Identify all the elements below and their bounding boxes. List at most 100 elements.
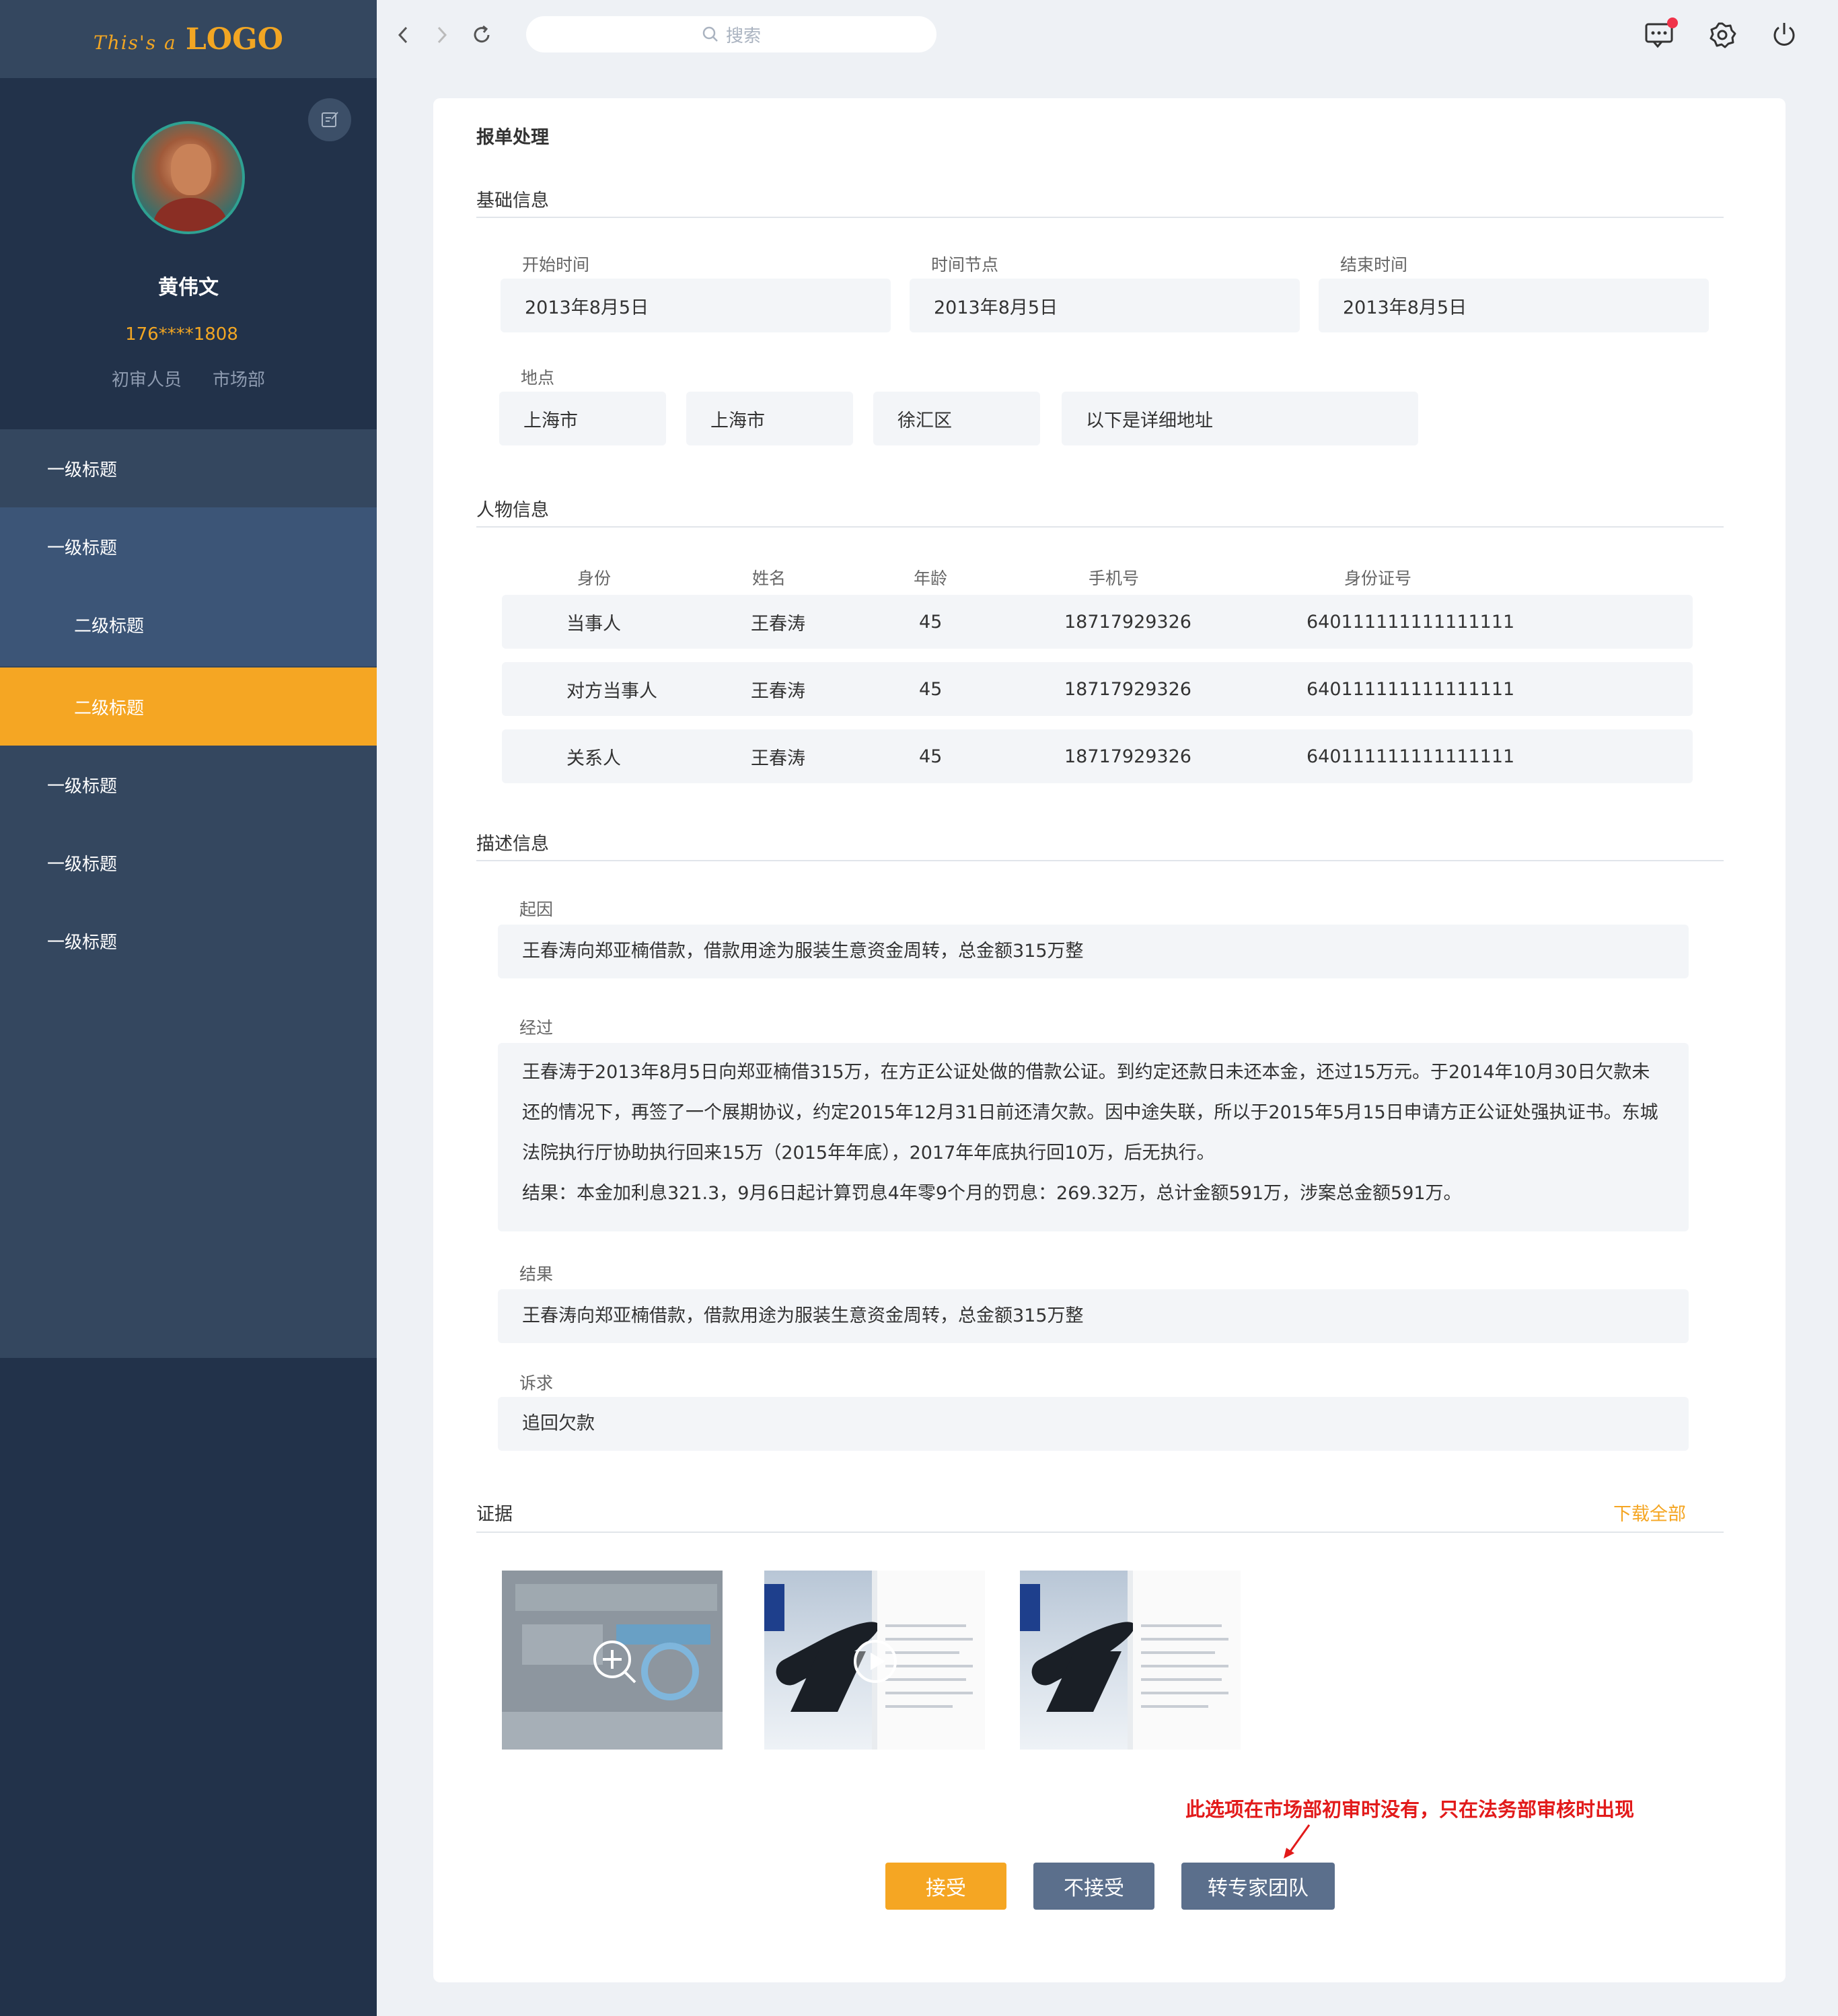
result-value: 王春涛向郑亚楠借款，借款用途为服装生意资金周转，总金额315万整 [522,1305,1084,1326]
cell-age: 45 [919,678,943,700]
arrow-icon [1284,1824,1311,1859]
search-placeholder: 搜索 [725,26,761,46]
download-all-link[interactable]: 下载全部 [1613,1499,1686,1525]
process-value: 王春涛于2013年8月5日向郑亚楠借315万，在方正公证处做的借款公证。到约定还… [522,1062,1658,1163]
process-label: 经过 [519,1018,554,1038]
location-city-field[interactable]: 上海市 [686,392,853,445]
sidebar-item-level1[interactable]: 一级标题 [0,746,377,824]
cell-identity: 关系人 [566,748,621,769]
sidebar-menu: 一级标题 一级标题 二级标题 二级标题 一级标题 一级标题 一级标题 [0,429,377,1358]
location-label: 地点 [521,368,555,388]
end-time-field[interactable]: 2013年8月5日 [1319,279,1709,332]
gear-icon [1710,22,1736,48]
section-evidence: 证据 下载全部 [476,1499,1724,1533]
user-meta: 初审人员 市场部 [0,366,377,391]
cause-text[interactable]: 王春涛向郑亚楠借款，借款用途为服装生意资金周转，总金额315万整 [498,925,1689,978]
report-card: 报单处理 基础信息 开始时间 2013年8月5日 时间节点 2013年8月5日 … [433,98,1786,1982]
sidebar-item-level1[interactable]: 一级标题 [0,824,377,902]
claim-label: 诉求 [519,1373,554,1393]
accept-button[interactable]: 接受 [885,1863,1006,1910]
play-icon [854,1640,897,1683]
avatar[interactable] [132,121,245,234]
sidebar-item-label: 一级标题 [47,776,118,797]
column-header-id-number: 身份证号 [1344,569,1412,588]
table-row[interactable]: 对方当事人 王春涛 45 18717929326 640111111111111… [502,662,1693,716]
sidebar-item-label: 二级标题 [74,698,145,719]
refresh-icon [474,25,490,43]
reject-button[interactable]: 不接受 [1033,1863,1154,1910]
result-text[interactable]: 王春涛向郑亚楠借款，借款用途为服装生意资金周转，总金额315万整 [498,1289,1689,1343]
sidebar-item-label: 一级标题 [47,854,118,875]
evidence-image-3[interactable] [1020,1571,1241,1750]
cell-age: 45 [919,611,943,633]
table-row[interactable]: 关系人 王春涛 45 18717929326 64011111111111111… [502,729,1693,783]
user-phone: 176****1808 [125,324,238,345]
hint-annotation: 此选项在市场部初审时没有，只在法务部审核时出现 [1185,1798,1635,1821]
cell-identity: 对方当事人 [566,680,657,702]
column-header-phone: 手机号 [1089,569,1140,588]
cell-name: 王春涛 [751,748,805,769]
start-time-value: 2013年8月5日 [525,297,649,318]
cell-age: 45 [919,746,943,767]
start-time-field[interactable]: 2013年8月5日 [501,279,891,332]
location-province-field[interactable]: 上海市 [499,392,666,445]
location-district-field[interactable]: 徐汇区 [873,392,1040,445]
user-department: 市场部 [213,370,266,390]
claim-text[interactable]: 追回欠款 [498,1397,1689,1451]
notification-dot [1667,17,1678,28]
sidebar-item-level1[interactable]: 一级标题 [0,902,377,980]
transfer-expert-button[interactable]: 转专家团队 [1181,1863,1335,1910]
time-node-field[interactable]: 2013年8月5日 [910,279,1300,332]
settings-button[interactable] [1705,17,1740,52]
cell-id-number: 640111111111111111 [1307,611,1515,633]
start-time-label: 开始时间 [522,255,590,275]
time-node-label: 时间节点 [931,255,999,275]
logo[interactable]: This's a LOGO [94,22,283,57]
sidebar-item-label: 一级标题 [47,460,118,480]
back-button[interactable] [389,20,418,50]
power-icon [1773,23,1795,46]
chevron-left-icon [398,26,408,44]
brochure-left-page [1020,1571,1141,1750]
sidebar-subitem[interactable]: 二级标题 [0,585,377,663]
time-node-value: 2013年8月5日 [934,297,1058,318]
messages-button[interactable] [1642,17,1678,52]
evidence-image-1[interactable] [502,1571,723,1750]
location-detail-value: 以下是详细地址 [1086,410,1213,431]
column-header-identity: 身份 [577,569,612,588]
user-role: 初审人员 [111,370,182,390]
sidebar-item-level1-expanded[interactable]: 一级标题 [0,507,377,585]
end-time-value: 2013年8月5日 [1343,297,1467,318]
table-row[interactable]: 当事人 王春涛 45 18717929326 64011111111111111… [502,595,1693,649]
logo-bar: This's a LOGO [0,0,377,78]
sidebar-subitem-active[interactable]: 二级标题 [0,668,377,746]
user-name: 黄伟文 [158,276,219,299]
chevron-right-icon [437,26,447,44]
logo-small-text: This's a [94,31,177,54]
logout-button[interactable] [1767,17,1802,52]
search-input[interactable]: 搜索 [526,16,936,52]
section-title: 人物信息 [476,500,549,521]
column-header-name: 姓名 [752,569,786,588]
topbar: 搜索 [377,0,1838,70]
logo-text: LOGO [185,22,283,57]
cell-name: 王春涛 [751,680,805,702]
page-title: 报单处理 [476,127,549,148]
process-text[interactable]: 王春涛于2013年8月5日向郑亚楠借315万，在方正公证处做的借款公证。到约定还… [498,1043,1689,1231]
cell-phone: 18717929326 [1064,678,1191,700]
cell-identity: 当事人 [566,613,621,635]
claim-value: 追回欠款 [522,1413,595,1434]
cell-id-number: 640111111111111111 [1307,678,1515,700]
location-detail-field[interactable]: 以下是详细地址 [1062,392,1418,445]
cell-name: 王春涛 [751,613,805,635]
search-icon [702,26,718,42]
end-time-label: 结束时间 [1340,255,1408,275]
edit-profile-button[interactable] [308,98,351,141]
sidebar-item-level1[interactable]: 一级标题 [0,429,377,507]
refresh-button[interactable] [467,20,497,50]
user-profile: 黄伟文 176****1808 初审人员 市场部 [0,78,377,429]
evidence-video-2[interactable] [764,1571,985,1750]
section-title: 描述信息 [476,834,549,855]
forward-button[interactable] [427,20,456,50]
cell-phone: 18717929326 [1064,746,1191,767]
